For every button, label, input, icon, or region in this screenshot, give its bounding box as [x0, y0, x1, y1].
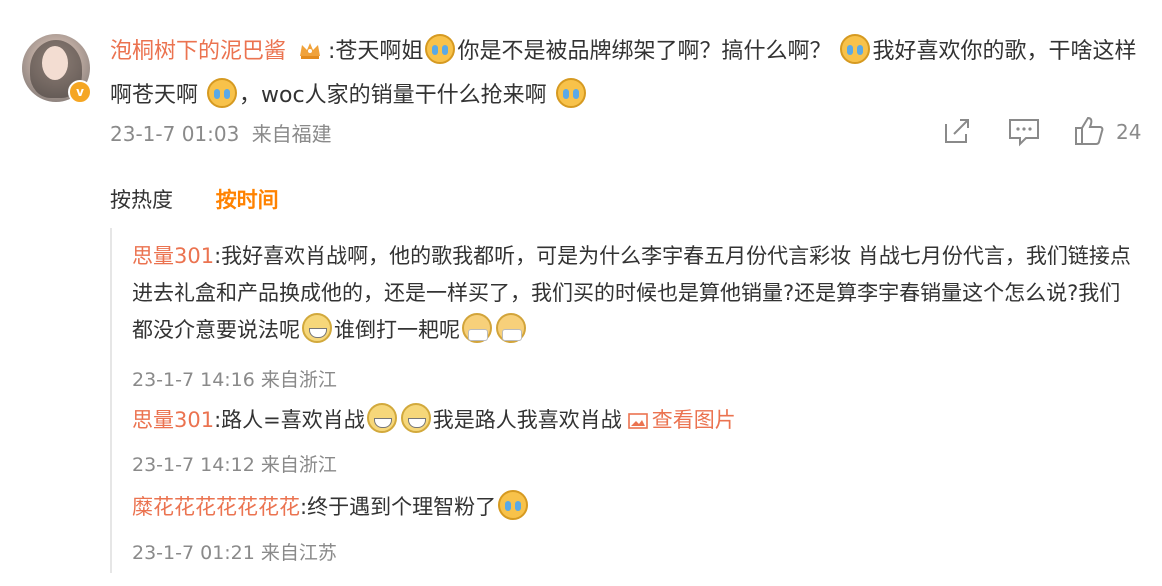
like-button[interactable]: [1072, 114, 1106, 150]
reply-text: :路人=喜欢肖战: [214, 408, 365, 432]
crying-emoji-icon: [425, 34, 456, 64]
main-comment-location: 来自福建: [251, 122, 332, 146]
mask-emoji-icon: [496, 313, 526, 343]
share-button[interactable]: [940, 114, 974, 150]
crying-emoji-icon: [555, 78, 586, 108]
crying-emoji-icon: [498, 490, 529, 520]
reply-username[interactable]: 糜花花花花花花花: [132, 495, 300, 519]
main-comment-text-1: :苍天啊姐: [328, 39, 424, 64]
sort-tabs: 按热度 按时间: [110, 184, 279, 214]
reply-username[interactable]: 思量301: [132, 244, 214, 268]
avatar-face: [42, 46, 68, 80]
reply-item: 思量301:路人=喜欢肖战 我是路人我喜欢肖战 查看图片: [132, 402, 1132, 439]
mask-emoji-icon: [462, 313, 492, 343]
reply-meta: 23-1-7 14:16 来自浙江: [132, 369, 337, 391]
view-image-link[interactable]: 查看图片: [652, 408, 736, 432]
comment-button[interactable]: [1006, 114, 1042, 150]
reply-text: :我好喜欢肖战啊，他的歌我都听，可是为什么李宇春五月份代言彩妆 肖战七月份代言，…: [132, 244, 1131, 342]
main-comment-meta: 23-1-7 01:03 来自福建: [110, 118, 332, 147]
main-comment-username[interactable]: 泡桐树下的泥巴酱: [110, 39, 286, 64]
thumbs-up-icon: [1075, 116, 1104, 145]
grin-emoji-icon: [400, 403, 431, 433]
share-icon: [945, 119, 969, 143]
reply-item: 思量301:我好喜欢肖战啊，他的歌我都听，可是为什么李宇春五月份代言彩妆 肖战七…: [132, 238, 1132, 349]
like-count: 24: [1116, 120, 1142, 144]
tab-sort-hot[interactable]: 按热度: [110, 188, 173, 212]
crown-badge-icon: [300, 43, 321, 59]
comment-icon: [1009, 119, 1039, 147]
reply-item: 糜花花花花花花花:终于遇到个理智粉了: [132, 489, 1132, 526]
grin-emoji-icon: [366, 403, 397, 433]
reply-username[interactable]: 思量301: [132, 408, 214, 432]
reply-meta: 23-1-7 14:12 来自浙江: [132, 454, 337, 476]
grin-emoji-icon: [302, 313, 332, 343]
reply-text-tail: 谁倒打一耙呢: [334, 318, 460, 342]
crying-emoji-icon: [840, 34, 871, 64]
main-comment-text-4: ，woc人家的销量干什么抢来啊: [239, 83, 547, 108]
reply-meta: 23-1-7 01:21 来自江苏: [132, 542, 337, 564]
crying-emoji-icon: [207, 78, 238, 108]
verified-badge-icon: v: [68, 80, 92, 104]
reply-text: :终于遇到个理智粉了: [300, 495, 497, 519]
main-comment-text-2: 你是不是被品牌绑架了啊？搞什么啊？: [457, 39, 832, 64]
reply-list: 思量301:我好喜欢肖战啊，他的歌我都听，可是为什么李宇春五月份代言彩妆 肖战七…: [110, 228, 1152, 573]
tab-sort-time[interactable]: 按时间: [216, 188, 279, 212]
reply-text-tail: 我是路人我喜欢肖战: [432, 408, 622, 432]
main-comment: 泡桐树下的泥巴酱:苍天啊姐 你是不是被品牌绑架了啊？搞什么啊？ 我好喜欢你的歌，干…: [110, 30, 1150, 118]
main-comment-timestamp: 23-1-7 01:03: [110, 122, 240, 146]
image-icon: [627, 413, 648, 429]
